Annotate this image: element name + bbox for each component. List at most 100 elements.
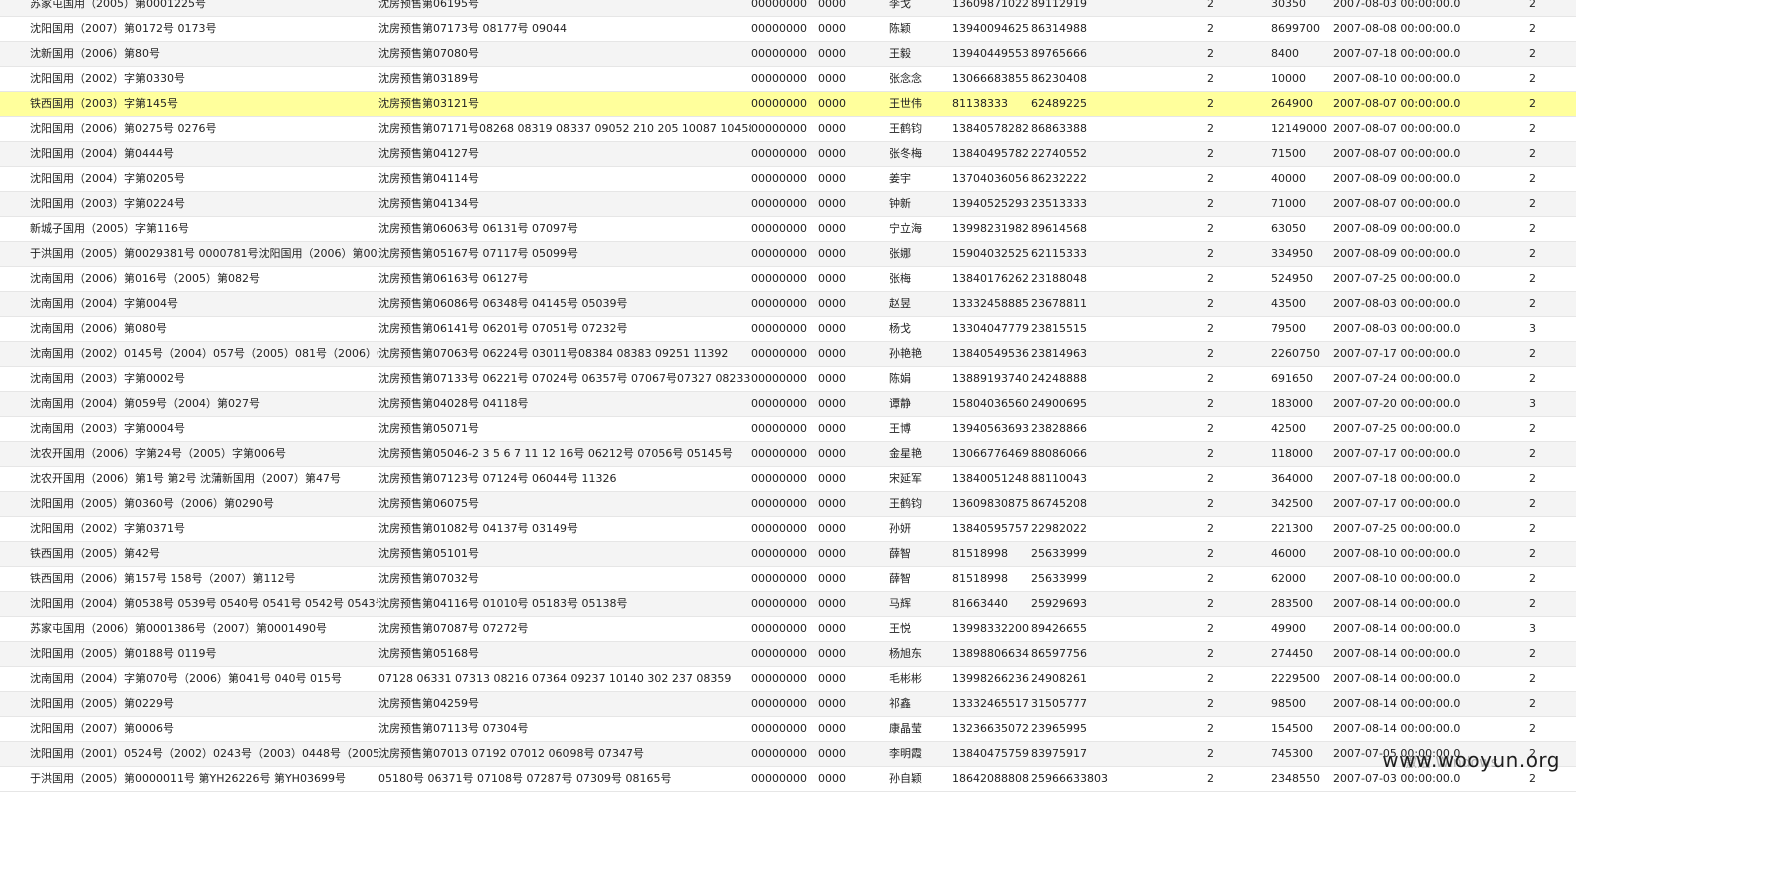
land-cert-cell: 沈阳国用（2005）第0360号（2006）第0290号 [30,491,378,517]
presale-cert-cell: 沈房预售第03121号 [378,91,751,117]
presale-cert-cell: 05180号 06371号 07108号 07287号 07309号 08165… [378,766,751,792]
subcode-cell: 0000 [818,341,889,367]
land-cert-cell: 沈阳国用（2005）第0188号 0119号 [30,641,378,667]
flag-cell: 2 [1529,491,1576,517]
presale-cert-cell: 沈房预售第06063号 06131号 07097号 [378,216,751,242]
table-row[interactable]: 沈阳国用（2004）第0444号 沈房预售第04127号 00000000 0000 张… [0,141,1576,167]
count-cell: 2 [1207,41,1271,67]
table-row[interactable]: 沈阳国用（2005）第0188号 0119号 沈房预售第05168号 0000000… [0,641,1576,667]
table-row[interactable]: 沈阳国用（2003）字第0224号 沈房预售第04134号 00000000 0000… [0,191,1576,217]
owner-name-cell: 王鹤钧 [889,491,952,517]
table-row[interactable]: 沈阳国用（2005）第0229号 沈房预售第04259号 00000000 0000 祁… [0,691,1576,717]
date-cell: 2007-08-10 00:00:00.0 [1333,66,1529,92]
table-row[interactable]: 沈农开国用（2006）第1号 第2号 沈蒲新国用（2007）第47号 沈房预售第0… [0,466,1576,492]
presale-cert-cell: 沈房预售第07063号 06224号 03011号08384 08383 092… [378,341,751,367]
telephone-cell: 89426655 [1031,616,1207,642]
presale-cert-cell: 沈房预售第01082号 04137号 03149号 [378,516,751,542]
table-row[interactable]: 沈南国用（2003）字第0002号 沈房预售第07133号 06221号 0702… [0,366,1576,392]
table-row[interactable]: 沈阳国用（2002）字第0371号 沈房预售第01082号 04137号 0314… [0,516,1576,542]
code-cell: 00000000 [751,716,818,742]
subcode-cell: 0000 [818,191,889,217]
amount-cell: 71500 [1271,141,1333,167]
telephone-cell: 88110043 [1031,466,1207,492]
table-row[interactable]: 于洪国用（2005）第0029381号 0000781号沈阳国用（2006）第0… [0,241,1576,267]
row-gutter [0,316,30,342]
presale-cert-cell: 沈房预售第07133号 06221号 07024号 06357号 07067号0… [378,366,751,392]
mobile-cell: 81663440 [952,591,1031,617]
table-row[interactable]: 沈阳国用（2007）第0172号 0173号 沈房预售第07173号 08177号… [0,16,1576,42]
count-cell: 2 [1207,641,1271,667]
telephone-cell: 86230408 [1031,66,1207,92]
table-row[interactable]: 苏家屯国用（2005）第0001225号 沈房预售第06195号 00000000 0… [0,0,1576,17]
land-cert-cell: 沈阳国用（2004）字第0205号 [30,166,378,192]
table-row[interactable]: 新城子国用（2005）字第116号 沈房预售第06063号 06131号 0709… [0,216,1576,242]
land-cert-cell: 沈南国用（2002）0145号（2004）057号（2005）081号（2006… [30,341,378,367]
table-row[interactable]: 苏家屯国用（2006）第0001386号（2007）第0001490号 沈房预售第… [0,616,1576,642]
row-gutter [0,0,30,17]
table-row[interactable]: 于洪国用（2005）第0000011号 第YH26226号 第YH03699号 0… [0,766,1576,792]
land-cert-cell: 沈阳国用（2005）第0229号 [30,691,378,717]
owner-name-cell: 张念念 [889,66,952,92]
amount-cell: 8400 [1271,41,1333,67]
subcode-cell: 0000 [818,691,889,717]
table-row[interactable]: 沈新国用（2006）第80号 沈房预售第07080号 00000000 0000 王毅 1… [0,41,1576,67]
table-row[interactable]: 沈南国用（2006）第080号 沈房预售第06141号 06201号 07051号… [0,316,1576,342]
row-gutter [0,491,30,517]
owner-name-cell: 康晶莹 [889,716,952,742]
table-row[interactable]: 沈阳国用（2006）第0275号 0276号 沈房预售第07171号08268 0… [0,116,1576,142]
table-row[interactable]: 沈阳国用（2005）第0360号（2006）第0290号 沈房预售第06075号 0… [0,491,1576,517]
table-row[interactable]: 沈阳国用（2004）字第0205号 沈房预售第04114号 00000000 0000… [0,166,1576,192]
code-cell: 00000000 [751,66,818,92]
owner-name-cell: 李戈 [889,0,952,17]
amount-cell: 98500 [1271,691,1333,717]
presale-cert-cell: 沈房预售第06195号 [378,0,751,17]
owner-name-cell: 陈娟 [889,366,952,392]
telephone-cell: 25633999 [1031,566,1207,592]
table-row[interactable]: 铁西国用（2006）第157号 158号（2007）第112号 沈房预售第0703… [0,566,1576,592]
watermark: www.wooyun.org [1382,748,1560,772]
presale-cert-cell: 沈房预售第04114号 [378,166,751,192]
table-row[interactable]: 沈阳国用（2002）字第0330号 沈房预售第03189号 00000000 0000… [0,66,1576,92]
mobile-cell: 13609871022 [952,0,1031,17]
date-cell: 2007-07-18 00:00:00.0 [1333,41,1529,67]
flag-cell: 2 [1529,416,1576,442]
code-cell: 00000000 [751,766,818,792]
table-row[interactable]: 铁西国用（2005）第42号 沈房预售第05101号 00000000 0000 薛智 8… [0,541,1576,567]
presale-cert-cell: 沈房预售第04134号 [378,191,751,217]
row-gutter [0,166,30,192]
date-cell: 2007-08-09 00:00:00.0 [1333,166,1529,192]
land-cert-cell: 沈阳国用（2004）第0444号 [30,141,378,167]
flag-cell: 2 [1529,516,1576,542]
table-row[interactable]: 沈南国用（2003）字第0004号 沈房预售第05071号 00000000 0000… [0,416,1576,442]
table-row[interactable]: 沈阳国用（2004）第0538号 0539号 0540号 0541号 0542号… [0,591,1576,617]
row-gutter [0,416,30,442]
count-cell: 2 [1207,691,1271,717]
owner-name-cell: 孙自颖 [889,766,952,792]
table-row[interactable]: 沈南国用（2002）0145号（2004）057号（2005）081号（2006… [0,341,1576,367]
presale-cert-cell: 沈房预售第05101号 [378,541,751,567]
mobile-cell: 13840051248 [952,466,1031,492]
count-cell: 2 [1207,191,1271,217]
owner-name-cell: 杨戈 [889,316,952,342]
table-row[interactable]: 沈阳国用（2007）第0006号 沈房预售第07113号 07304号 000000… [0,716,1576,742]
table-row[interactable]: 沈南国用（2006）第016号（2005）第082号 沈房预售第06163号 06… [0,266,1576,292]
table-row[interactable]: 沈阳国用（2001）0524号（2002）0243号（2003）0448号（20… [0,741,1576,767]
subcode-cell: 0000 [818,766,889,792]
amount-cell: 46000 [1271,541,1333,567]
land-cert-cell: 沈新国用（2006）第80号 [30,41,378,67]
table-row[interactable]: 沈南国用（2004）字第070号（2006）第041号 040号 015号 071… [0,666,1576,692]
subcode-cell: 0000 [818,666,889,692]
row-gutter [0,516,30,542]
row-gutter [0,616,30,642]
telephone-cell: 23815515 [1031,316,1207,342]
table-row[interactable]: 沈农开国用（2006）字第24号（2005）字第006号 沈房预售第05046-2… [0,441,1576,467]
table-row[interactable]: 铁西国用（2003）字第145号 沈房预售第03121号 00000000 0000 王… [0,91,1576,117]
telephone-cell: 62115333 [1031,241,1207,267]
table-row[interactable]: 沈南国用（2004）字第004号 沈房预售第06086号 06348号 04145… [0,291,1576,317]
count-cell: 2 [1207,66,1271,92]
land-cert-cell: 沈阳国用（2001）0524号（2002）0243号（2003）0448号（20… [30,741,378,767]
subcode-cell: 0000 [818,16,889,42]
table-row[interactable]: 沈南国用（2004）第059号（2004）第027号 沈房预售第04028号 04… [0,391,1576,417]
subcode-cell: 0000 [818,0,889,17]
telephone-cell: 83975917 [1031,741,1207,767]
